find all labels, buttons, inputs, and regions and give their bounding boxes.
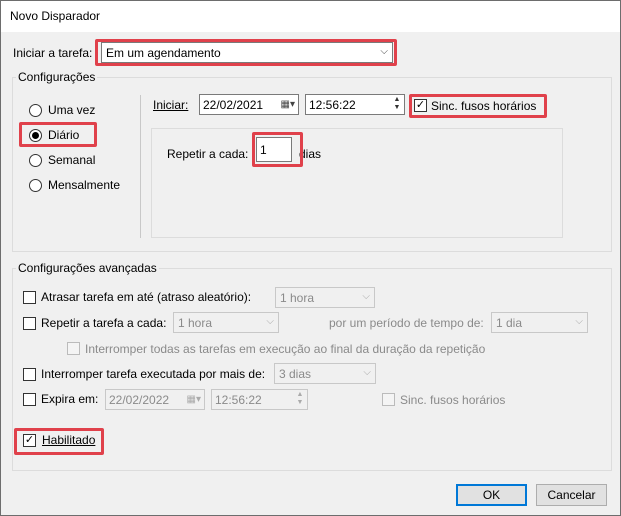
duration-select[interactable]: 1 dia ⌵ (491, 312, 588, 333)
recurrence-panel (151, 128, 563, 238)
start-date-value: 22/02/2021 (203, 98, 264, 112)
repeat-interval-select[interactable]: 1 hora ⌵ (173, 312, 279, 333)
stop-longer-label: Interromper tarefa executada por mais de… (41, 367, 266, 381)
repeat-every-label: Repetir a cada: (167, 147, 249, 161)
stop-all-tasks-checkbox[interactable] (67, 342, 80, 355)
expire-time-value: 12:56:22 (215, 393, 262, 407)
repeat-interval-value: 1 hora (178, 316, 213, 330)
dialog-title: Novo Disparador (10, 9, 101, 23)
expire-date-value: 22/02/2022 (109, 393, 170, 407)
expire-sync-timezones-checkbox[interactable] (382, 393, 395, 406)
delay-select[interactable]: 1 hora ⌵ (275, 287, 375, 308)
radio-once-label: Uma vez (48, 103, 96, 117)
spin-up-icon[interactable]: ▲ (294, 391, 306, 399)
chevron-down-icon: ⌵ (362, 291, 370, 302)
spin-down-icon[interactable]: ▼ (294, 399, 306, 407)
stop-longer-checkbox[interactable] (23, 368, 36, 381)
radio-monthly-label: Mensalmente (48, 178, 121, 192)
start-time-value: 12:56:22 (309, 98, 356, 112)
duration-label: por um período de tempo de: (329, 316, 484, 330)
stop-longer-value: 3 dias (279, 367, 312, 381)
time-spinner[interactable]: ▲ ▼ (391, 96, 403, 113)
start-task-label: Iniciar a tarefa: (13, 46, 93, 60)
cancel-button[interactable]: Cancelar (536, 484, 607, 506)
repeat-task-checkbox[interactable] (23, 317, 36, 330)
ok-button[interactable]: OK (456, 484, 527, 506)
radio-weekly-label: Semanal (48, 153, 96, 167)
repeat-task-label: Repetir a tarefa a cada: (41, 316, 167, 330)
duration-value: 1 dia (496, 316, 523, 330)
stop-all-tasks-label: Interromper todas as tarefas em execução… (85, 342, 486, 356)
expire-checkbox[interactable] (23, 393, 36, 406)
expire-time-field[interactable]: 12:56:22 ▲ ▼ (211, 389, 308, 410)
calendar-icon[interactable]: ▦▾ (187, 394, 201, 405)
expire-sync-timezones-label: Sinc. fusos horários (400, 393, 506, 407)
expire-label: Expira em: (41, 392, 99, 406)
start-date-label: Iniciar: (153, 98, 189, 112)
start-time-field[interactable]: 12:56:22 ▲ ▼ (305, 94, 405, 115)
expire-date-picker[interactable]: 22/02/2022 ▦▾ (105, 389, 205, 410)
settings-group-title: Configurações (16, 70, 98, 84)
close-icon[interactable] (576, 1, 620, 32)
spin-down-icon[interactable]: ▼ (391, 104, 403, 112)
chevron-down-icon: ⌵ (266, 316, 274, 327)
highlight-enabled (14, 428, 104, 455)
radio-once[interactable] (29, 104, 42, 117)
chevron-down-icon: ⌵ (575, 316, 583, 327)
highlight-start-task (95, 39, 397, 66)
spin-up-icon[interactable]: ▲ (391, 96, 403, 104)
radio-weekly[interactable] (29, 154, 42, 167)
stop-longer-select[interactable]: 3 dias ⌵ (274, 363, 376, 384)
highlight-repeat-every (252, 132, 303, 167)
title-bar: Novo Disparador (1, 1, 620, 32)
radio-monthly[interactable] (29, 179, 42, 192)
chevron-down-icon: ⌵ (363, 367, 371, 378)
new-trigger-dialog: Novo Disparador Iniciar a tarefa: Em um … (0, 0, 621, 516)
settings-divider (140, 95, 141, 238)
highlight-daily (19, 122, 97, 147)
calendar-icon[interactable]: ▦▾ (281, 99, 295, 110)
delay-value: 1 hora (280, 291, 315, 305)
highlight-sync-timezones (409, 94, 547, 118)
start-date-picker[interactable]: 22/02/2021 ▦▾ (199, 94, 299, 115)
advanced-group-title: Configurações avançadas (16, 261, 159, 275)
delay-task-label: Atrasar tarefa em até (atraso aleatório)… (41, 290, 252, 304)
time-spinner[interactable]: ▲ ▼ (294, 391, 306, 408)
delay-task-checkbox[interactable] (23, 291, 36, 304)
